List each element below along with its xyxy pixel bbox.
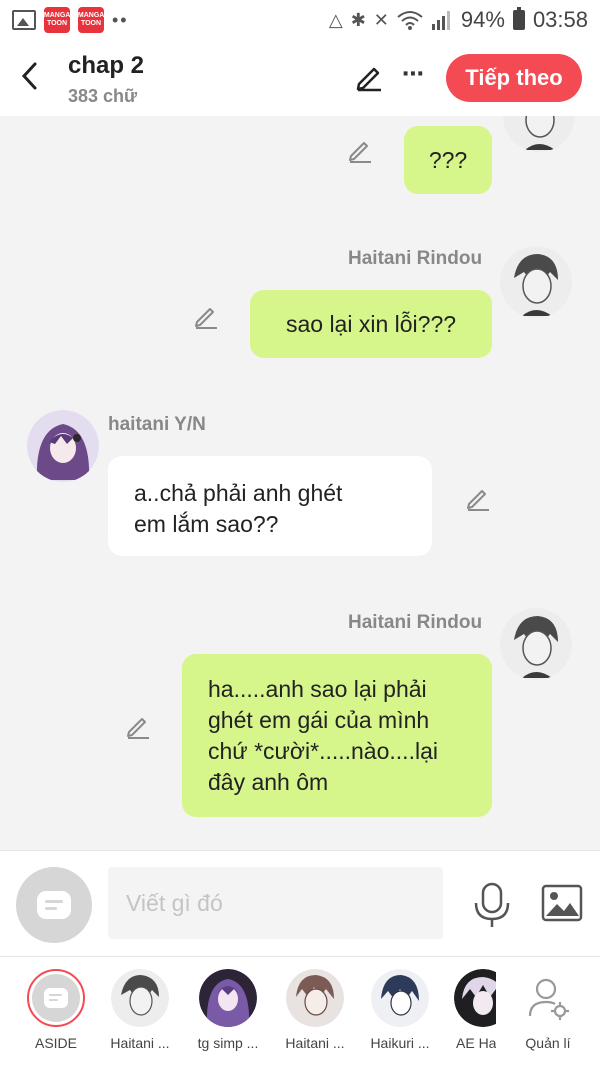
signal-icon [431, 11, 450, 30]
status-bar: MANGA TOON MANGA TOON •• △ ✱ ✕ 94% 03:58 [0, 0, 600, 40]
character-item[interactable]: Haitani ... [270, 969, 360, 1059]
more-notifications-icon: •• [112, 9, 129, 30]
mangatoon-notification-icon: MANGA TOON [44, 7, 70, 33]
pencil-icon [356, 67, 381, 92]
message-text: ha.....anh sao lại phải [208, 676, 427, 702]
character-bar: ASIDE Haitani ... tg simp ... Haitani ..… [0, 956, 600, 1067]
message-bubble[interactable]: a..chả phải anh ghét em lắm sao?? [108, 456, 432, 556]
avatar[interactable] [500, 608, 572, 680]
message-bubble[interactable]: ??? [404, 126, 492, 194]
character-label: ASIDE [34, 1035, 77, 1051]
character-label: Quản lí [525, 1035, 571, 1051]
chat-area[interactable]: ??? Haitani Rindou sao lại xin lỗi??? ha… [0, 116, 600, 850]
composer [0, 850, 600, 956]
pencil-icon [195, 308, 217, 329]
edit-title-button[interactable] [354, 62, 384, 92]
character-label: Haitani ... [285, 1035, 345, 1051]
message-text: a..chả phải anh ghét [134, 480, 343, 506]
avatar [199, 969, 257, 1027]
word-count: 383 chữ [68, 86, 138, 106]
gallery-notification-icon [12, 10, 36, 30]
character-item[interactable]: Haikuri ... [355, 969, 445, 1059]
chat-bubble-icon [37, 891, 71, 919]
message-text: đây anh ôm [208, 769, 329, 795]
message-input[interactable] [108, 867, 443, 939]
mangatoon-notification-icon: MANGA TOON [78, 7, 104, 33]
character-label: tg simp ... [197, 1035, 259, 1051]
more-options-button[interactable]: ⋯ [400, 62, 426, 92]
mute-icon: ✕ [373, 9, 389, 30]
character-item[interactable]: tg simp ... [183, 969, 273, 1059]
chat-bubble-icon [44, 988, 68, 1008]
avatar [286, 969, 344, 1027]
avatar [111, 969, 169, 1027]
sender-name: Haitani Rindou [348, 248, 483, 269]
aside-toggle-button[interactable] [16, 867, 92, 943]
avatar [454, 969, 496, 1027]
character-item[interactable]: AE Ha [436, 969, 496, 1059]
wifi-icon [397, 11, 423, 30]
chapter-header: chap 2 383 chữ ⋯ Tiếp theo [0, 40, 600, 116]
message-text: ghét em gái của mình [208, 707, 430, 733]
sender-name: Haitani Rindou [348, 612, 483, 633]
character-label: Haitani ... [110, 1035, 170, 1051]
image-icon [541, 884, 583, 922]
insert-image-button[interactable] [540, 883, 584, 923]
sender-name: haitani Y/N [108, 414, 206, 435]
avatar[interactable] [27, 410, 99, 482]
edit-message-button[interactable] [346, 136, 374, 164]
bluetooth-icon: ✱ [350, 9, 366, 30]
message-text: chứ *cười*.....nào....lại [208, 738, 438, 764]
edit-message-button[interactable] [124, 712, 152, 740]
battery-icon [512, 7, 525, 30]
character-item[interactable]: Haitani ... [95, 969, 185, 1059]
pencil-icon [467, 490, 489, 511]
message-text: ??? [428, 146, 468, 173]
microphone-icon [474, 882, 510, 927]
aside-avatar [27, 969, 85, 1027]
edit-message-button[interactable] [464, 484, 492, 512]
avatar[interactable] [500, 246, 572, 318]
message-bubble[interactable]: sao lại xin lỗi??? [250, 290, 492, 358]
voice-button[interactable] [470, 881, 514, 929]
character-label: Haikuri ... [370, 1035, 430, 1051]
clock: 03:58 [532, 7, 588, 32]
chevron-left-icon [21, 62, 37, 90]
next-button[interactable]: Tiếp theo [446, 54, 582, 102]
pencil-icon [349, 142, 371, 163]
message-bubble[interactable]: ha.....anh sao lại phải ghét em gái của … [182, 654, 492, 817]
message-text: sao lại xin lỗi??? [285, 310, 457, 337]
edit-message-button[interactable] [192, 302, 220, 330]
avatar [371, 969, 429, 1027]
chapter-title: chap 2 [68, 52, 145, 79]
manage-characters-button[interactable]: Quản lí [500, 969, 596, 1059]
battery-percent: 94% [460, 7, 505, 32]
user-settings-icon [528, 978, 569, 1020]
avatar[interactable] [503, 116, 575, 152]
character-label: AE Ha [456, 1035, 496, 1051]
back-button[interactable] [14, 60, 44, 92]
character-aside[interactable]: ASIDE [11, 969, 101, 1059]
pencil-icon [127, 718, 149, 739]
message-text: em lắm sao?? [134, 511, 279, 537]
data-saver-icon: △ [328, 9, 343, 30]
